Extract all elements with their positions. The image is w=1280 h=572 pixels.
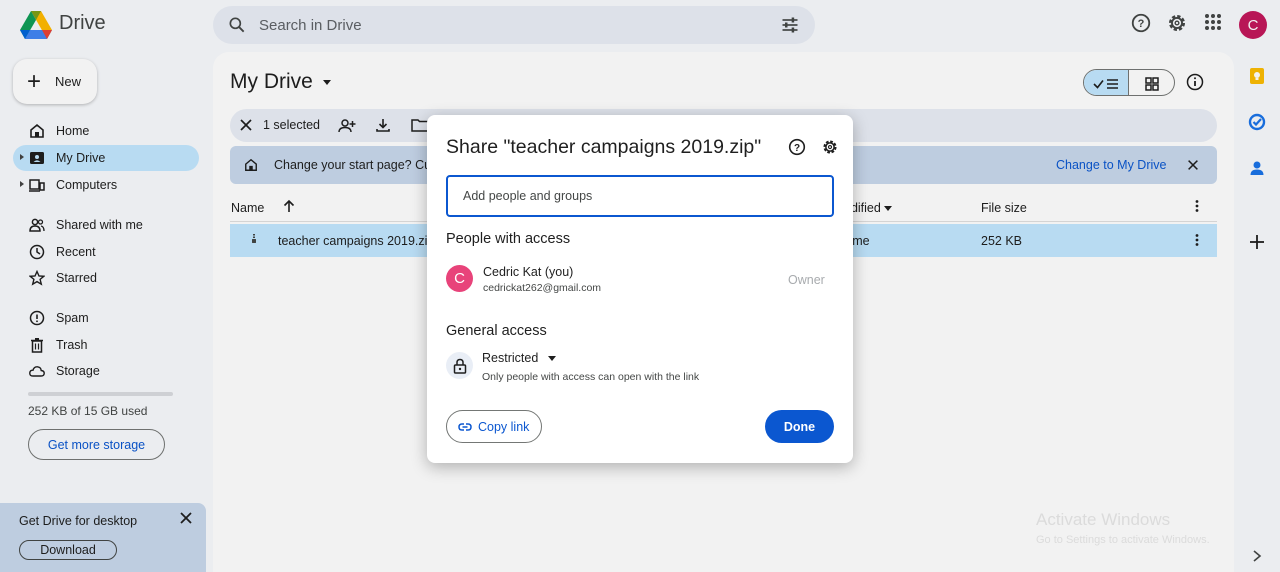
svg-text:?: ? xyxy=(794,143,800,154)
access-description: Only people with access can open with th… xyxy=(482,371,700,383)
people-with-access-heading: People with access xyxy=(446,231,571,247)
link-icon xyxy=(458,422,472,431)
lock-icon xyxy=(446,352,473,379)
person-role: Owner xyxy=(788,273,825,287)
lock-glyph xyxy=(453,358,466,374)
copy-link-label: Copy link xyxy=(478,419,530,434)
dropdown-caret-icon[interactable] xyxy=(548,356,556,361)
person-name: Cedric Kat (you) xyxy=(483,265,574,279)
add-people-input[interactable] xyxy=(446,175,834,217)
access-level-dropdown[interactable]: Restricted xyxy=(482,351,538,365)
done-button[interactable]: Done xyxy=(765,410,834,443)
settings-gear-icon[interactable] xyxy=(821,138,839,156)
avatar: C xyxy=(446,265,473,292)
dialog-title: Share "teacher campaigns 2019.zip" xyxy=(446,136,762,158)
share-dialog: Share "teacher campaigns 2019.zip" ? Peo… xyxy=(427,115,853,463)
help-icon[interactable]: ? xyxy=(788,138,806,156)
general-access-heading: General access xyxy=(446,323,547,339)
person-email: cedrickat262@gmail.com xyxy=(483,282,602,294)
copy-link-button[interactable]: Copy link xyxy=(446,410,542,443)
